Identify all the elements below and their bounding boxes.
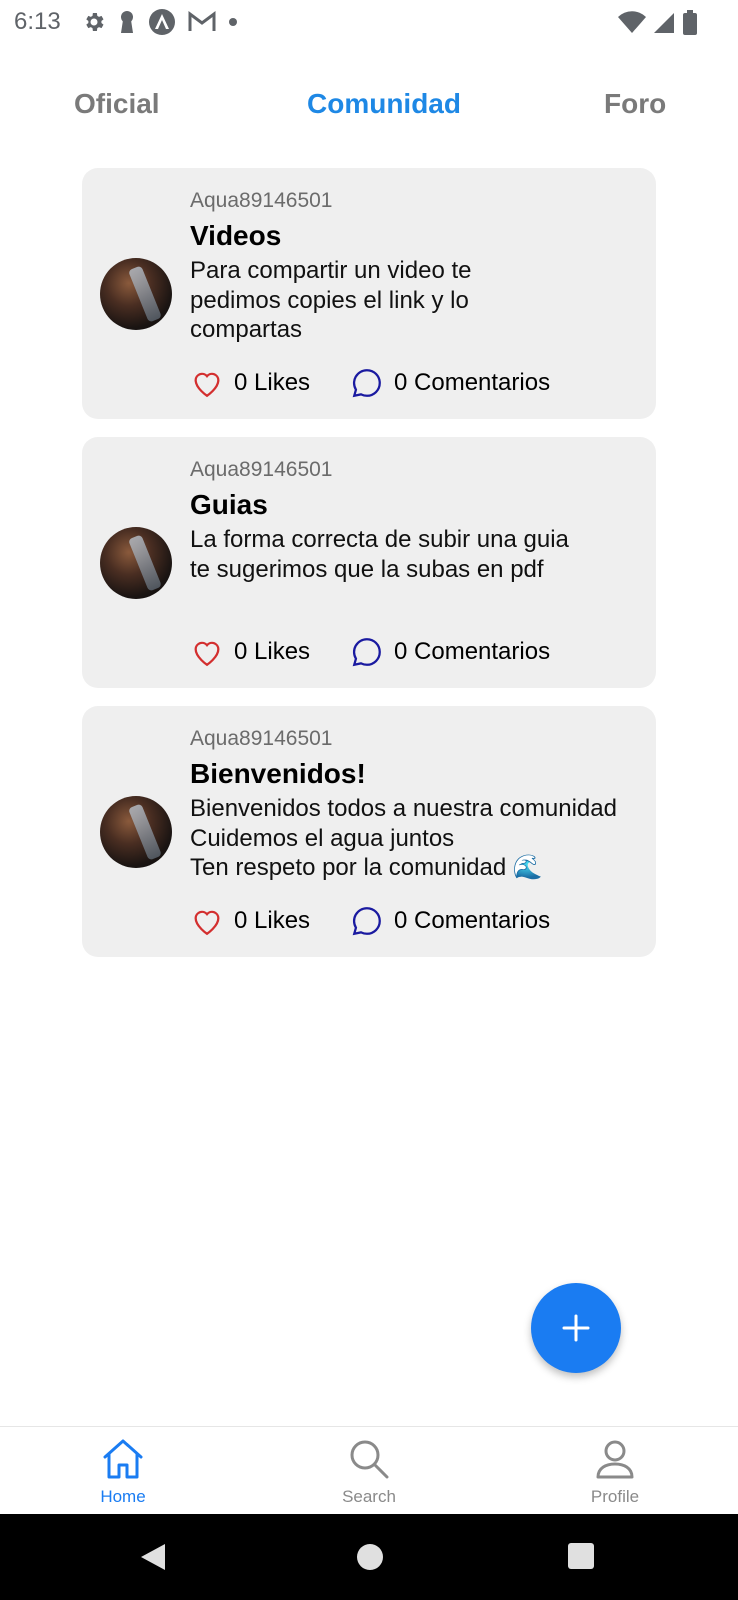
post-title: Bienvenidos! bbox=[190, 758, 366, 789]
comments-button[interactable]: 0 Comentarios bbox=[350, 366, 550, 400]
bottom-nav: Home Search Profile bbox=[0, 1426, 738, 1514]
comment-bubble-icon bbox=[352, 907, 381, 936]
post-card[interactable]: Aqua89146501 Guias La forma correcta de … bbox=[82, 437, 656, 688]
home-circle-icon[interactable] bbox=[355, 1542, 385, 1572]
avatar bbox=[100, 258, 172, 330]
post-title: Guias bbox=[190, 489, 268, 520]
system-nav-bar bbox=[0, 1514, 738, 1600]
gmail-icon bbox=[188, 11, 216, 31]
status-icons-right bbox=[618, 10, 698, 36]
add-post-button[interactable] bbox=[531, 1283, 621, 1373]
comments-button[interactable]: 0 Comentarios bbox=[350, 635, 550, 669]
like-button[interactable]: 0 Likes bbox=[190, 635, 350, 669]
nav-profile[interactable]: Profile bbox=[555, 1437, 675, 1507]
nav-profile-label: Profile bbox=[590, 1487, 640, 1506]
nav-home[interactable]: Home bbox=[63, 1437, 183, 1507]
user-icon bbox=[596, 1440, 634, 1479]
nav-home-label: Home bbox=[100, 1487, 146, 1506]
home-icon bbox=[103, 1439, 143, 1479]
comments-count: 0 Comentarios bbox=[394, 907, 551, 934]
like-button[interactable]: 0 Likes bbox=[190, 904, 350, 938]
post-card[interactable]: Aqua89146501 Videos Para compartir un vi… bbox=[82, 168, 656, 419]
post-text: Bienvenidos todos a nuestra comunidad Cu… bbox=[190, 795, 617, 881]
keyhole-icon bbox=[121, 11, 133, 33]
post-author: Aqua89146501 bbox=[190, 189, 333, 212]
comment-bubble-icon bbox=[352, 638, 381, 667]
post-body: Aqua89146501 Bienvenidos! Bienvenidos to… bbox=[190, 726, 646, 883]
post-actions: 0 Likes 0 Comentarios bbox=[190, 366, 550, 400]
post-author: Aqua89146501 bbox=[190, 727, 333, 750]
heart-icon bbox=[194, 372, 220, 398]
post-list: Aqua89146501 Videos Para compartir un vi… bbox=[82, 168, 656, 975]
status-bar: 6:13 bbox=[0, 0, 738, 46]
post-author: Aqua89146501 bbox=[190, 458, 333, 481]
nav-search-label: Search bbox=[342, 1487, 396, 1506]
dot-icon bbox=[229, 18, 237, 26]
post-card[interactable]: Aqua89146501 Bienvenidos! Bienvenidos to… bbox=[82, 706, 656, 957]
signal-icon bbox=[654, 13, 674, 33]
avatar bbox=[100, 527, 172, 599]
comments-count: 0 Comentarios bbox=[394, 638, 551, 665]
post-body: Aqua89146501 Videos Para compartir un vi… bbox=[190, 188, 646, 345]
like-button[interactable]: 0 Likes bbox=[190, 366, 350, 400]
likes-count: 0 Likes bbox=[234, 369, 311, 396]
status-icons-left bbox=[82, 8, 238, 36]
arch-logo-icon bbox=[149, 9, 175, 35]
post-actions: 0 Likes 0 Comentarios bbox=[190, 904, 550, 938]
recents-icon[interactable] bbox=[567, 1542, 595, 1570]
back-icon[interactable] bbox=[138, 1542, 168, 1572]
wifi-icon bbox=[618, 11, 646, 34]
likes-count: 0 Likes bbox=[234, 907, 311, 934]
status-time: 6:13 bbox=[14, 8, 61, 35]
tab-foro[interactable]: Foro bbox=[604, 88, 666, 120]
tab-comunidad[interactable]: Comunidad bbox=[307, 88, 461, 120]
plus-icon bbox=[562, 1314, 590, 1342]
comments-button[interactable]: 0 Comentarios bbox=[350, 904, 550, 938]
battery-icon bbox=[683, 10, 697, 35]
likes-count: 0 Likes bbox=[234, 638, 311, 665]
search-icon bbox=[350, 1440, 389, 1479]
comments-count: 0 Comentarios bbox=[394, 369, 551, 396]
nav-search[interactable]: Search bbox=[309, 1437, 429, 1507]
comment-bubble-icon bbox=[352, 369, 381, 398]
settings-icon bbox=[86, 13, 104, 31]
avatar bbox=[100, 796, 172, 868]
heart-icon bbox=[194, 910, 220, 936]
top-tabs: Oficial Comunidad Foro bbox=[0, 88, 738, 134]
post-actions: 0 Likes 0 Comentarios bbox=[190, 635, 550, 669]
tab-oficial[interactable]: Oficial bbox=[74, 88, 160, 120]
post-body: Aqua89146501 Guias La forma correcta de … bbox=[190, 457, 646, 584]
heart-icon bbox=[194, 641, 220, 667]
post-title: Videos bbox=[190, 220, 282, 251]
post-text: Para compartir un video te pedimos copie… bbox=[190, 257, 472, 343]
post-text: La forma correcta de subir una guia te s… bbox=[190, 526, 569, 583]
